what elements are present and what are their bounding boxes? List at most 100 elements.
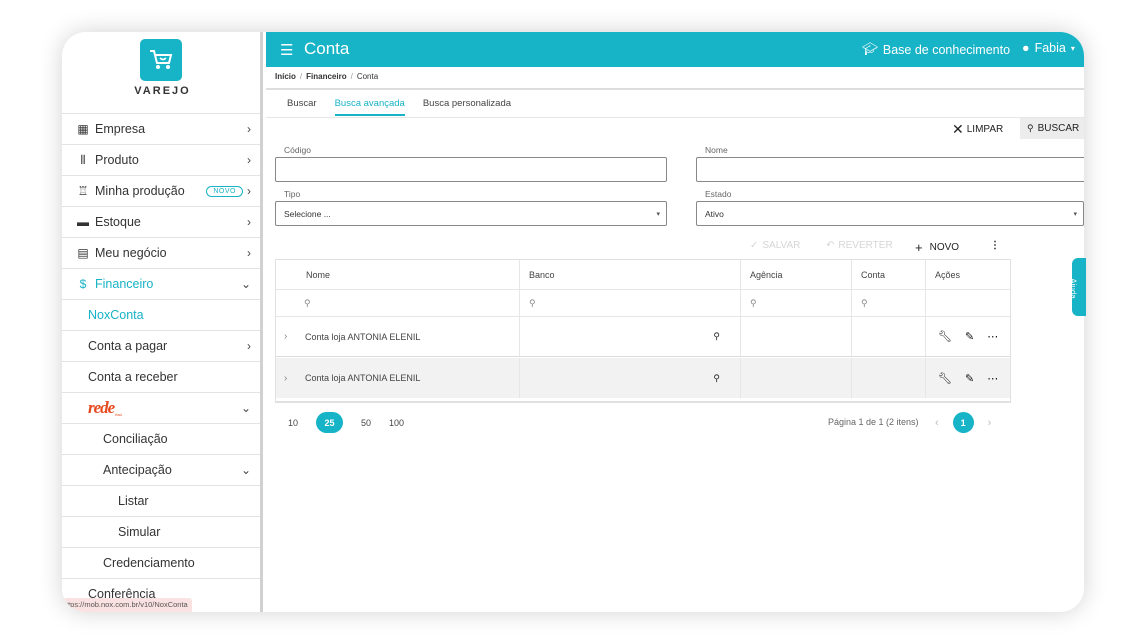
dollar-icon: $ xyxy=(79,277,87,291)
sidebar-item-label: Conta a receber xyxy=(88,370,178,384)
sidebar: VAREJO ▦ Empresa › ⦀ Produto › ♖ Minha p… xyxy=(62,32,263,612)
table-row[interactable]: › Conta loja ANTONIA ELENIL ⚲ 🔧︎ ✎ ⋯ xyxy=(276,317,1010,357)
chevron-right-icon[interactable]: › xyxy=(988,417,992,429)
cell-banco[interactable]: ⚲ xyxy=(520,317,741,356)
sidebar-item-simular[interactable]: Simular xyxy=(62,516,260,547)
filter-nome[interactable]: ⚲ xyxy=(276,290,520,316)
tab-busca-personalizada[interactable]: Busca personalizada xyxy=(423,98,511,116)
filter-conta[interactable]: ⚲ xyxy=(852,290,926,316)
save-button[interactable]: ✓ SALVAR xyxy=(750,240,800,251)
search-label: BUSCAR xyxy=(1037,123,1080,134)
sidebar-item-conta-a-pagar[interactable]: Conta a pagar › xyxy=(62,330,260,361)
caret-down-icon: ▾ xyxy=(656,210,660,218)
page-size-option-selected[interactable]: 25 xyxy=(316,412,344,433)
sidebar-item-credenciamento[interactable]: Credenciamento xyxy=(62,547,260,578)
grid-filter-row: ⚲ ⚲ ⚲ ⚲ xyxy=(276,290,1010,317)
page-size-option[interactable]: 10 xyxy=(288,418,298,428)
breadcrumb-section[interactable]: Financeiro xyxy=(306,72,346,81)
knowledge-base-link[interactable]: 🎓︎ Base de conhecimento xyxy=(862,42,1010,57)
codigo-input[interactable] xyxy=(275,157,667,182)
filter-agencia[interactable]: ⚲ xyxy=(741,290,852,316)
search-button[interactable]: ⚲ BUSCAR xyxy=(1020,118,1084,139)
revert-button[interactable]: ↶ REVERTER xyxy=(826,240,893,251)
breadcrumb-current: Conta xyxy=(356,72,379,81)
more-vertical-icon[interactable]: ⋮ xyxy=(990,240,1000,251)
new-badge: NOVO xyxy=(206,185,243,197)
search-icon: ⚲ xyxy=(750,297,757,308)
sidebar-item-label: Antecipação xyxy=(103,463,172,477)
search-icon[interactable]: ⚲ xyxy=(713,331,720,342)
cell-agencia[interactable] xyxy=(741,317,852,356)
page-info: Página 1 de 1 (2 itens) xyxy=(828,417,919,427)
column-header-banco[interactable]: Banco xyxy=(520,260,741,289)
sidebar-item-conta-a-receber[interactable]: Conta a receber xyxy=(62,361,260,392)
sidebar-item-financeiro[interactable]: $ Financeiro ⌄ xyxy=(62,268,260,299)
sidebar-item-label: Minha produção xyxy=(95,184,185,198)
chevron-right-icon[interactable]: › xyxy=(284,331,287,342)
help-side-tab[interactable]: Ajuda xyxy=(1069,258,1086,316)
sidebar-item-label: Produto xyxy=(95,153,139,167)
tab-buscar[interactable]: Buscar xyxy=(287,98,317,116)
nome-input[interactable] xyxy=(696,157,1084,182)
sidebar-item-estoque[interactable]: ▬ Estoque › xyxy=(62,206,260,237)
search-icon: ⚲ xyxy=(304,297,311,308)
clear-button[interactable]: ✕ LIMPAR xyxy=(952,121,1003,138)
wrench-icon[interactable]: 🔧︎ xyxy=(938,372,952,385)
cell-banco[interactable]: ⚲ xyxy=(520,358,741,398)
chevron-right-icon[interactable]: › xyxy=(284,373,287,384)
sidebar-item-minha-producao[interactable]: ♖ Minha produção NOVO › xyxy=(62,175,260,206)
hamburger-menu-icon[interactable]: ☰ xyxy=(280,41,293,59)
sidebar-item-antecipacao[interactable]: Antecipação ⌄ xyxy=(62,454,260,485)
pencil-icon[interactable]: ✎ xyxy=(965,330,974,343)
knowledge-base-label: Base de conhecimento xyxy=(882,42,1011,57)
estado-value: Ativo xyxy=(705,208,724,219)
caret-down-icon: ▾ xyxy=(1073,210,1077,218)
close-icon: ✕ xyxy=(952,121,964,137)
more-horizontal-icon[interactable]: ⋯ xyxy=(987,330,998,343)
page-title: Conta xyxy=(304,39,350,58)
cell-acoes: 🔧︎ ✎ ⋯ xyxy=(926,358,1010,398)
chevron-down-icon: ⌄ xyxy=(240,277,251,291)
breadcrumb-home[interactable]: Início xyxy=(275,72,296,81)
cell-conta[interactable] xyxy=(852,358,926,398)
estado-select[interactable]: Ativo ▾ xyxy=(696,201,1084,226)
top-bar: ☰ Conta 🎓︎ Base de conhecimento ● Fabia … xyxy=(266,32,1084,67)
page-number-current[interactable]: 1 xyxy=(952,412,974,433)
tab-busca-avancada[interactable]: Busca avançada xyxy=(334,98,405,116)
codigo-label: Código xyxy=(284,145,311,155)
search-icon[interactable]: ⚲ xyxy=(713,373,720,384)
user-menu[interactable]: ● Fabia ▾ xyxy=(1022,41,1075,55)
sidebar-item-conciliacao[interactable]: Conciliação xyxy=(62,423,260,454)
sidebar-item-rede[interactable]: rede Itaú ⌄ xyxy=(62,392,260,423)
cell-conta[interactable] xyxy=(852,317,926,356)
column-header-nome[interactable]: Nome xyxy=(276,260,520,289)
sidebar-item-meu-negocio[interactable]: ▤ Meu negócio › xyxy=(62,237,260,268)
page-size-option[interactable]: 100 xyxy=(389,418,404,428)
sidebar-item-noxconta[interactable]: NoxConta xyxy=(62,299,260,330)
cell-agencia[interactable] xyxy=(741,358,852,398)
cell-acoes: 🔧︎ ✎ ⋯ xyxy=(926,317,1010,356)
tipo-select[interactable]: Selecione ... ▾ xyxy=(275,201,667,226)
new-button[interactable]: + NOVO xyxy=(915,240,959,255)
table-row[interactable]: › Conta loja ANTONIA ELENIL ⚲ 🔧︎ ✎ ⋯ xyxy=(276,358,1010,398)
more-horizontal-icon[interactable]: ⋯ xyxy=(987,372,998,385)
chevron-down-icon: ⌄ xyxy=(240,463,251,477)
pencil-icon[interactable]: ✎ xyxy=(965,372,974,385)
user-avatar-icon: ● xyxy=(1022,41,1030,55)
sidebar-nav: ▦ Empresa › ⦀ Produto › ♖ Minha produção… xyxy=(62,113,260,609)
column-header-agencia[interactable]: Agência xyxy=(741,260,852,289)
search-icon: ⚲ xyxy=(529,297,536,308)
column-header-conta[interactable]: Conta xyxy=(852,260,926,289)
page-size-option[interactable]: 50 xyxy=(361,418,371,428)
sidebar-item-listar[interactable]: Listar xyxy=(62,485,260,516)
chevron-right-icon: › xyxy=(247,215,251,229)
new-label: NOVO xyxy=(929,242,960,253)
row-name: Conta loja ANTONIA ELENIL xyxy=(305,331,421,342)
filter-banco[interactable]: ⚲ xyxy=(520,290,741,316)
sidebar-item-produto[interactable]: ⦀ Produto › xyxy=(62,144,260,175)
wrench-icon[interactable]: 🔧︎ xyxy=(938,330,952,343)
chevron-left-icon[interactable]: ‹ xyxy=(935,417,939,429)
clear-label: LIMPAR xyxy=(966,124,1004,135)
sidebar-item-label: Meu negócio xyxy=(95,246,167,260)
sidebar-item-empresa[interactable]: ▦ Empresa › xyxy=(62,113,260,144)
